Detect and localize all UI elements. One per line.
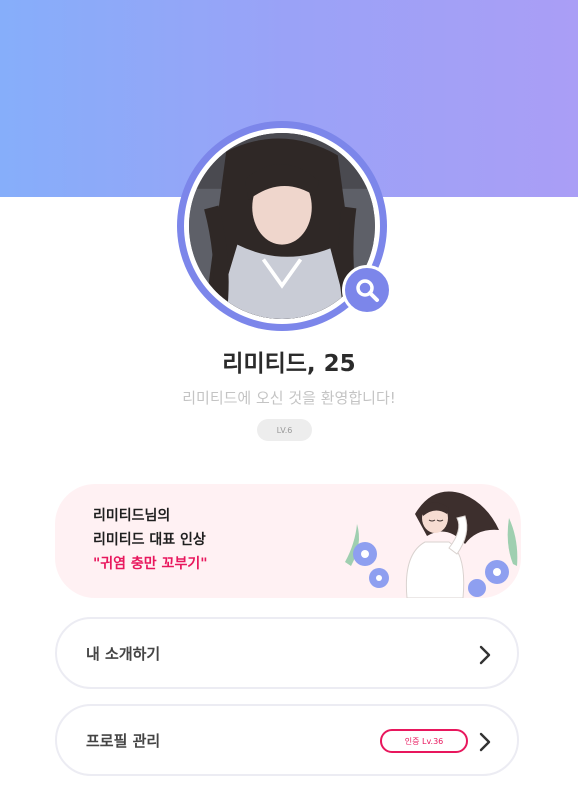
search-button[interactable]: [342, 265, 392, 315]
profile-name: 리미티드, 25: [222, 351, 356, 377]
intro-menu-row[interactable]: 내 소개하기: [55, 617, 519, 689]
welcome-message: 리미티드에 오신 것을 환영합니다!: [182, 389, 396, 407]
impression-card: 리미티드님의 리미티드 대표 인상 "귀염 충만 꼬부기": [55, 484, 521, 598]
impression-text: 리미티드님의 리미티드 대표 인상 "귀염 충만 꼬부기": [93, 504, 208, 576]
certification-badge: 인증 Lv.36: [380, 729, 468, 753]
impression-quote: "귀염 충만 꼬부기": [93, 556, 208, 572]
woman-illustration: [345, 491, 518, 598]
chevron-right-icon: [479, 732, 491, 752]
profile-management-label: 프로필 관리: [86, 732, 161, 750]
impression-line-1: 리미티드님의: [93, 508, 171, 524]
impression-line-2: 리미티드 대표 인상: [93, 532, 206, 548]
intro-label: 내 소개하기: [86, 645, 161, 663]
level-badge: LV.6: [257, 419, 312, 441]
profile-management-row[interactable]: 프로필 관리 인증 Lv.36: [55, 704, 519, 776]
chevron-right-icon: [479, 645, 491, 665]
search-icon: [356, 279, 379, 302]
